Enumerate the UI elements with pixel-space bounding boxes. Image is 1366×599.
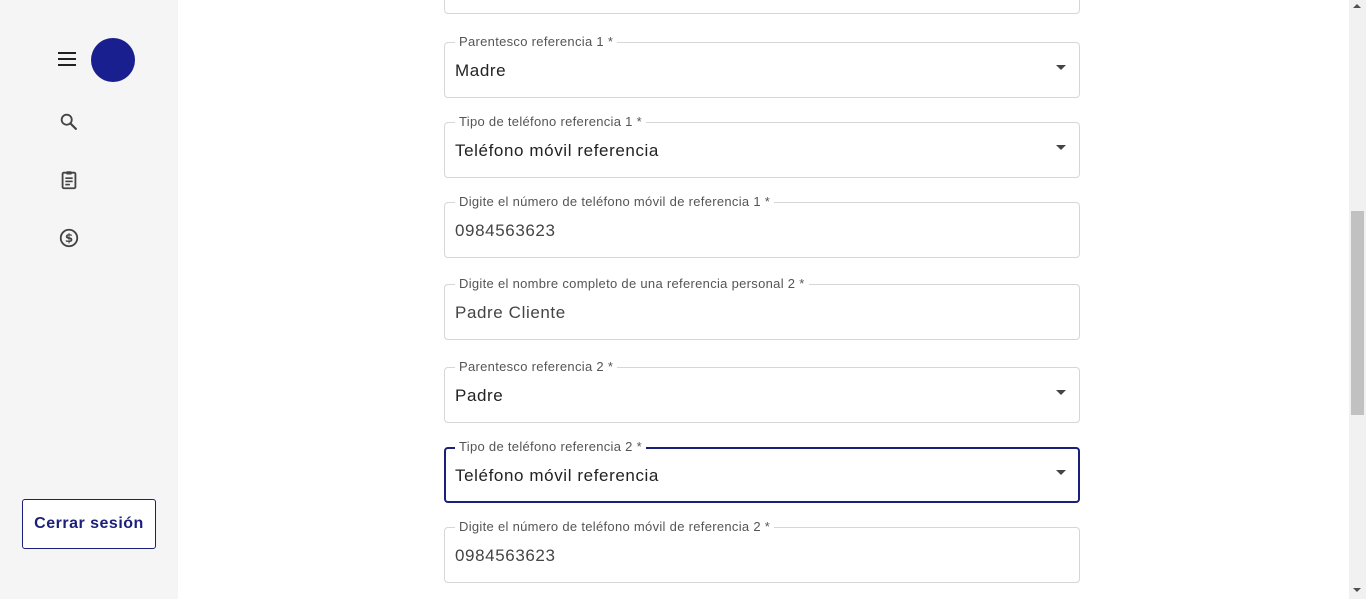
dropdown-arrow-icon[interactable] [1056, 65, 1066, 70]
dropdown-arrow-icon[interactable] [1056, 470, 1066, 475]
field-label: Tipo de teléfono referencia 1 * [455, 114, 646, 129]
field-label: Digite el número de teléfono móvil de re… [455, 194, 775, 209]
field-label: Digite el nombre completo de una referen… [455, 276, 809, 291]
scroll-down-arrow-icon[interactable] [1353, 588, 1361, 592]
main-content: Parentesco referencia 1 * Madre Tipo de … [178, 0, 1349, 599]
telefono-referencia-2-input[interactable]: Digite el número de teléfono móvil de re… [444, 519, 1080, 583]
parentesco-referencia-1-select[interactable]: Parentesco referencia 1 * Madre [444, 34, 1080, 98]
field-value[interactable]: Padre Cliente [455, 303, 566, 323]
field-value: Teléfono móvil referencia [455, 141, 659, 160]
previous-field[interactable] [444, 0, 1080, 14]
parentesco-referencia-2-select[interactable]: Parentesco referencia 2 * Padre [444, 359, 1080, 423]
vertical-scrollbar[interactable] [1349, 0, 1366, 599]
logout-button[interactable]: Cerrar sesión [22, 499, 156, 549]
dollar-icon[interactable]: $ [58, 227, 80, 249]
field-value: Teléfono móvil referencia [455, 466, 659, 485]
tipo-telefono-referencia-2-select[interactable]: Tipo de teléfono referencia 2 * Teléfono… [444, 439, 1080, 503]
field-value: Madre [455, 61, 507, 80]
search-icon[interactable] [58, 111, 80, 133]
field-label: Digite el número de teléfono móvil de re… [455, 519, 775, 534]
telefono-referencia-1-input[interactable]: Digite el número de teléfono móvil de re… [444, 194, 1080, 258]
field-label: Parentesco referencia 2 * [455, 359, 618, 374]
clipboard-icon[interactable] [58, 169, 80, 191]
svg-text:$: $ [65, 231, 73, 245]
field-value[interactable]: 0984563623 [455, 221, 556, 241]
field-value[interactable]: 0984563623 [455, 546, 556, 566]
scroll-up-arrow-icon[interactable] [1353, 4, 1361, 8]
nombre-referencia-2-input[interactable]: Digite el nombre completo de una referen… [444, 276, 1080, 340]
field-label: Tipo de teléfono referencia 2 * [455, 439, 646, 454]
dropdown-arrow-icon[interactable] [1056, 390, 1066, 395]
sidebar: $ Cerrar sesión [0, 0, 178, 599]
field-value: Padre [455, 386, 504, 405]
tipo-telefono-referencia-1-select[interactable]: Tipo de teléfono referencia 1 * Teléfono… [444, 114, 1080, 178]
field-label: Parentesco referencia 1 * [455, 34, 618, 49]
scroll-thumb[interactable] [1351, 211, 1364, 415]
menu-icon[interactable] [57, 50, 77, 68]
avatar[interactable] [91, 38, 135, 82]
dropdown-arrow-icon[interactable] [1056, 145, 1066, 150]
